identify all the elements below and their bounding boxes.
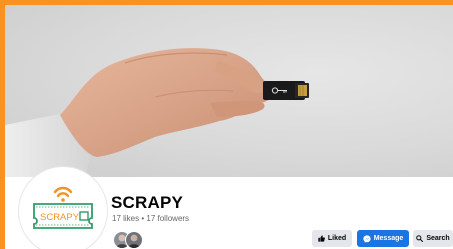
friend-avatars[interactable]	[113, 231, 153, 249]
cover-photo[interactable]	[5, 5, 453, 177]
thumbs-up-icon	[318, 235, 325, 242]
avatar[interactable]	[125, 231, 143, 249]
scrapy-logo-icon: SCRAPY	[33, 186, 93, 229]
avatar-logo-text: SCRAPY	[40, 212, 80, 223]
liked-button-label: Liked	[327, 235, 347, 242]
search-button-label: Search	[426, 235, 450, 242]
search-button[interactable]: Search	[413, 230, 453, 247]
liked-button[interactable]: Liked	[312, 230, 352, 247]
page-stats[interactable]: 17 likes • 17 followers	[112, 214, 189, 223]
page-card: SCRAPY SCRAPY 17 likes • 17 followers Li…	[5, 5, 453, 249]
cover-hand-usb-image	[5, 48, 309, 177]
person-icon	[128, 234, 140, 248]
search-icon	[416, 235, 424, 242]
message-button-label: Message	[373, 235, 404, 242]
messenger-icon	[363, 234, 371, 243]
message-button[interactable]: Message	[357, 230, 409, 247]
page-title: SCRAPY	[111, 193, 184, 212]
profile-avatar[interactable]: SCRAPY	[19, 167, 107, 249]
